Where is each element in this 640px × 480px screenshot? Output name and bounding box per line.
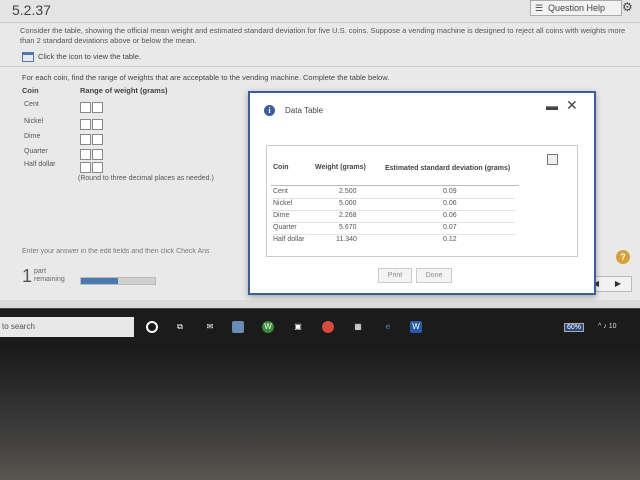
word-icon[interactable]: W bbox=[410, 321, 422, 333]
progress-fill bbox=[81, 278, 118, 284]
battery-indicator[interactable]: 60% bbox=[564, 323, 585, 332]
cent-high-field[interactable] bbox=[92, 102, 103, 113]
dialog-title: i Data Table bbox=[264, 105, 323, 116]
row-divider bbox=[271, 198, 515, 199]
row-weight: 2.268 bbox=[339, 212, 357, 219]
list-icon: ☰ bbox=[535, 3, 544, 13]
instruction-text: For each coin, find the range of weights… bbox=[22, 73, 390, 82]
row-sd: 0.06 bbox=[443, 212, 457, 219]
row-coin: Quarter bbox=[273, 224, 297, 231]
monitor-bezel bbox=[0, 345, 640, 480]
row-weight: 11.340 bbox=[336, 236, 357, 243]
up-arrow-icon[interactable]: ^ bbox=[598, 323, 601, 330]
answer-coin-cent: Cent bbox=[24, 101, 39, 108]
part-progress-bar bbox=[80, 277, 156, 285]
mail-icon[interactable]: ✉ bbox=[204, 321, 216, 333]
answer-coin-half-dollar: Half dollar bbox=[24, 161, 56, 168]
table-icon[interactable] bbox=[22, 52, 34, 63]
row-weight: 5.670 bbox=[339, 224, 357, 231]
close-icon[interactable]: ✕ bbox=[566, 97, 578, 114]
row-divider bbox=[271, 222, 515, 223]
dime-high-field[interactable] bbox=[92, 134, 103, 145]
half-dollar-high-field[interactable] bbox=[92, 162, 103, 173]
problem-statement: Consider the table, showing the official… bbox=[20, 26, 626, 45]
header-rule bbox=[271, 185, 519, 186]
volume-icon[interactable]: ♪ bbox=[603, 323, 607, 330]
edge-icon[interactable]: e bbox=[382, 321, 394, 333]
view-table-link[interactable]: Click the icon to view the table. bbox=[22, 52, 141, 63]
cortana-icon[interactable] bbox=[146, 321, 158, 333]
row-sd: 0.07 bbox=[443, 224, 457, 231]
next-arrow-icon[interactable]: ▶ bbox=[607, 277, 629, 291]
part-label: part bbox=[34, 268, 47, 275]
store-icon[interactable]: ▣ bbox=[292, 321, 304, 333]
quarter-low-field[interactable] bbox=[80, 149, 91, 160]
part-number: 1 bbox=[22, 266, 33, 286]
answer-coin-dime: Dime bbox=[24, 133, 41, 140]
app-w-icon[interactable]: W bbox=[262, 321, 274, 333]
row-sd: 0.09 bbox=[443, 188, 457, 195]
system-tray[interactable]: ^ ♪ 10 bbox=[598, 323, 617, 330]
row-sd: 0.06 bbox=[443, 200, 457, 207]
done-button[interactable]: Done bbox=[416, 268, 452, 283]
view-table-text: Click the icon to view the table. bbox=[38, 52, 141, 61]
answer-col-range: Range of weight (grams) bbox=[80, 86, 168, 95]
monitor-screen: 5.2.37 ☰ Question Help ⚙ Consider the tab… bbox=[0, 0, 640, 350]
cent-range-inputs[interactable] bbox=[80, 100, 104, 118]
taskbar-search-box[interactable]: to search bbox=[0, 317, 134, 337]
row-coin: Half dollar bbox=[273, 236, 305, 243]
question-help-button[interactable]: ☰ Question Help bbox=[530, 0, 622, 16]
answer-col-coin: Coin bbox=[22, 86, 39, 95]
help-question-icon[interactable]: ? bbox=[616, 250, 630, 264]
print-button[interactable]: Print bbox=[378, 268, 412, 283]
top-bar: 5.2.37 ☰ Question Help ⚙ bbox=[0, 0, 640, 23]
gear-icon[interactable]: ⚙ bbox=[622, 0, 633, 14]
mymathlab-window: 5.2.37 ☰ Question Help ⚙ Consider the tab… bbox=[0, 0, 640, 300]
answer-coin-nickel: Nickel bbox=[24, 118, 44, 125]
nickel-low-field[interactable] bbox=[80, 119, 91, 130]
row-divider bbox=[271, 210, 515, 211]
quarter-high-field[interactable] bbox=[92, 149, 103, 160]
photos-icon[interactable] bbox=[232, 321, 244, 333]
tray-text: 10 bbox=[608, 323, 617, 330]
data-table-dialog: i Data Table ▬ ✕ Coin Weight (grams) Esti… bbox=[248, 91, 596, 295]
dialog-title-text: Data Table bbox=[285, 106, 324, 115]
windows-taskbar: to search ⧉ ✉ W ▣ ▦ e W 60% ^ ♪ 10 bbox=[0, 308, 640, 345]
minimize-icon[interactable]: ▬ bbox=[546, 99, 558, 113]
calculator-icon[interactable]: ▦ bbox=[352, 321, 364, 333]
cent-low-field[interactable] bbox=[80, 102, 91, 113]
row-coin: Nickel bbox=[273, 200, 293, 207]
exercise-number: 5.2.37 bbox=[12, 2, 51, 18]
row-coin: Dime bbox=[273, 212, 290, 219]
nickel-high-field[interactable] bbox=[92, 119, 103, 130]
round-note: (Round to three decimal places as needed… bbox=[78, 175, 214, 182]
row-divider bbox=[271, 234, 515, 235]
divider bbox=[0, 66, 640, 67]
col-header-weight: Weight (grams) bbox=[315, 164, 366, 171]
answer-coin-quarter: Quarter bbox=[24, 148, 48, 155]
part-remaining-label: remaining bbox=[34, 276, 65, 283]
half-dollar-low-field[interactable] bbox=[80, 162, 91, 173]
info-icon: i bbox=[264, 105, 275, 116]
row-coin: Cent bbox=[273, 188, 288, 195]
enter-answer-hint: Enter your answer in the edit fields and… bbox=[22, 248, 210, 255]
chrome-icon[interactable] bbox=[322, 321, 334, 333]
row-weight: 2.500 bbox=[339, 188, 357, 195]
row-weight: 5.000 bbox=[339, 200, 357, 207]
coin-data-table: Coin Weight (grams) Estimated standard d… bbox=[266, 145, 578, 257]
task-view-icon[interactable]: ⧉ bbox=[174, 321, 186, 333]
row-sd: 0.12 bbox=[443, 236, 457, 243]
col-header-sd: Estimated standard deviation (grams) bbox=[385, 165, 511, 172]
col-header-coin: Coin bbox=[273, 164, 289, 171]
question-help-label: Question Help bbox=[548, 3, 606, 13]
copy-icon[interactable] bbox=[547, 154, 558, 165]
dime-low-field[interactable] bbox=[80, 134, 91, 145]
